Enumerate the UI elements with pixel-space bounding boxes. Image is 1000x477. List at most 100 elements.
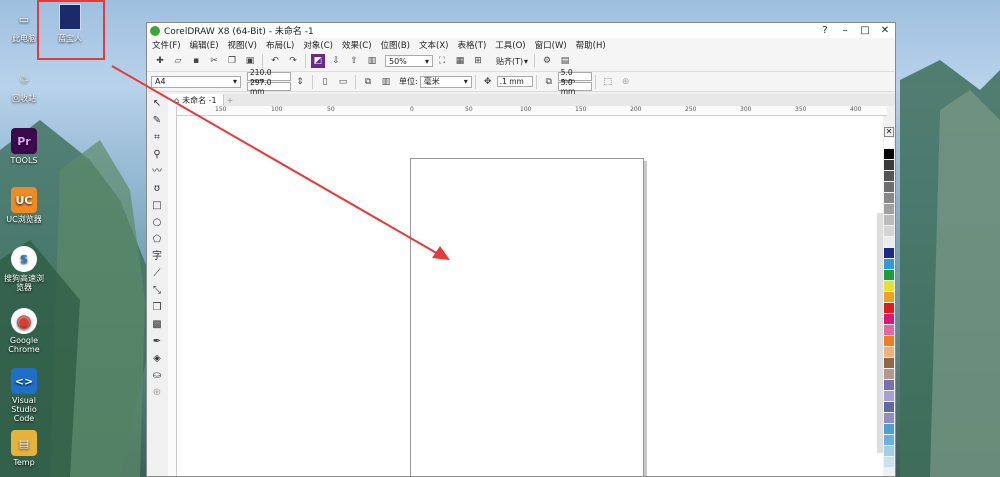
temp-folder-shortcut[interactable]: ▤ Temp: [2, 430, 46, 467]
color-swatch[interactable]: [884, 457, 894, 467]
add-tool-icon[interactable]: ⊕: [149, 385, 165, 400]
recycle-bin-shortcut[interactable]: ♲ 回收站: [2, 66, 46, 104]
minimize-button[interactable]: –: [835, 25, 855, 36]
color-swatch[interactable]: [884, 358, 894, 368]
undo-icon[interactable]: ↶: [268, 54, 282, 68]
color-swatch[interactable]: [884, 281, 894, 291]
maximize-button[interactable]: □: [855, 25, 875, 36]
page-size-select[interactable]: A4 ▾: [151, 75, 241, 88]
parallel-dimension-icon[interactable]: ⟋: [149, 266, 165, 281]
paste-icon[interactable]: ▣: [243, 54, 257, 68]
close-button[interactable]: ✕: [875, 25, 895, 36]
color-swatch[interactable]: [884, 182, 894, 192]
interactive-fill-icon[interactable]: ◈: [149, 351, 165, 366]
snap-to-dropdown[interactable]: 贴齐(T) ▾: [493, 55, 531, 67]
menu-view[interactable]: 视图(V): [228, 39, 257, 51]
horizontal-ruler[interactable]: 150 100 50 0 50 100 150 200 250 300 350 …: [175, 106, 887, 116]
units-select[interactable]: 毫米 ▾: [419, 75, 472, 88]
color-swatch[interactable]: [884, 138, 894, 148]
color-swatch[interactable]: [884, 215, 894, 225]
show-grid-icon[interactable]: ▦: [453, 54, 467, 68]
ellipse-tool-icon[interactable]: ○: [149, 215, 165, 230]
sogou-browser-shortcut[interactable]: S 搜狗高速浏览器: [2, 246, 46, 292]
color-swatch[interactable]: [884, 402, 894, 412]
selected-desktop-shortcut[interactable]: 蓝宝人: [52, 4, 88, 44]
search-content-icon[interactable]: ◩: [311, 54, 325, 68]
menu-bitmaps[interactable]: 位图(B): [381, 39, 410, 51]
save-icon[interactable]: ▪: [189, 54, 203, 68]
cut-icon[interactable]: ✂: [207, 54, 221, 68]
all-pages-icon[interactable]: ⧉: [361, 75, 375, 89]
artistic-media-icon[interactable]: ʊ: [149, 181, 165, 196]
menu-edit[interactable]: 编辑(E): [190, 39, 219, 51]
chrome-shortcut[interactable]: ◉ Google Chrome: [2, 308, 46, 354]
smart-fill-icon[interactable]: ⛀: [149, 368, 165, 383]
color-swatch[interactable]: [884, 413, 894, 423]
menu-effects[interactable]: 效果(C): [342, 39, 372, 51]
color-swatch[interactable]: [884, 193, 894, 203]
landscape-icon[interactable]: ▭: [336, 75, 350, 89]
vertical-ruler[interactable]: [168, 106, 177, 476]
options-gear-icon[interactable]: ⚙: [540, 54, 554, 68]
color-swatch[interactable]: [884, 204, 894, 214]
application-launcher-icon[interactable]: ▤: [558, 54, 572, 68]
menu-object[interactable]: 对象(C): [303, 39, 333, 51]
help-icon[interactable]: ?: [815, 25, 835, 36]
add-icon[interactable]: ⊕: [619, 75, 633, 89]
color-swatch[interactable]: [884, 226, 894, 236]
menu-text[interactable]: 文本(X): [419, 39, 448, 51]
connector-tool-icon[interactable]: ⤡: [149, 283, 165, 298]
publish-pdf-icon[interactable]: ▥: [365, 54, 379, 68]
drawing-canvas[interactable]: [177, 116, 883, 476]
import-icon[interactable]: ⇩: [329, 54, 343, 68]
color-swatch[interactable]: [884, 435, 894, 445]
color-swatch[interactable]: [884, 160, 894, 170]
color-swatch[interactable]: [884, 303, 894, 313]
vertical-scrollbar[interactable]: [877, 213, 883, 453]
color-swatch[interactable]: [884, 259, 894, 269]
color-swatch[interactable]: [884, 292, 894, 302]
transparency-tool-icon[interactable]: ▩: [149, 317, 165, 332]
menu-window[interactable]: 窗口(W): [535, 39, 567, 51]
menu-table[interactable]: 表格(T): [457, 39, 486, 51]
full-screen-icon[interactable]: ⛶: [435, 54, 449, 68]
crop-tool-icon[interactable]: ⌗: [149, 130, 165, 145]
current-page-icon[interactable]: ▥: [379, 75, 393, 89]
add-tab-icon[interactable]: +: [227, 96, 234, 105]
menu-file[interactable]: 文件(F): [152, 39, 181, 51]
color-swatch[interactable]: [884, 336, 894, 346]
uc-browser-shortcut[interactable]: UC UC浏览器: [2, 187, 46, 224]
color-swatch[interactable]: [884, 171, 894, 181]
tab-document[interactable]: ⌂ 未命名 -1: [168, 94, 224, 106]
menu-layout[interactable]: 布局(L): [266, 39, 294, 51]
portrait-icon[interactable]: ▯: [318, 75, 332, 89]
menu-help[interactable]: 帮助(H): [576, 39, 606, 51]
color-swatch[interactable]: [884, 325, 894, 335]
show-rulers-icon[interactable]: ⊞: [471, 54, 485, 68]
rectangle-tool-icon[interactable]: □: [149, 198, 165, 213]
color-swatch[interactable]: [884, 248, 894, 258]
open-icon[interactable]: ▱: [171, 54, 185, 68]
page-height-field[interactable]: 297.0 mm: [247, 78, 291, 96]
color-swatch[interactable]: [884, 369, 894, 379]
shape-tool-icon[interactable]: ✎: [149, 113, 165, 128]
text-tool-icon[interactable]: 字: [149, 249, 165, 264]
color-swatch[interactable]: [884, 314, 894, 324]
eyedropper-icon[interactable]: ✒: [149, 334, 165, 349]
color-swatch[interactable]: [884, 446, 894, 456]
redo-icon[interactable]: ↷: [286, 54, 300, 68]
color-swatch[interactable]: [884, 149, 894, 159]
color-swatch[interactable]: [884, 347, 894, 357]
vscode-shortcut[interactable]: <> Visual Studio Code: [2, 368, 46, 423]
zoom-level-select[interactable]: 50% ▾: [385, 55, 433, 67]
copy-icon[interactable]: ❐: [225, 54, 239, 68]
color-swatch[interactable]: [884, 424, 894, 434]
drop-shadow-icon[interactable]: ❒: [149, 300, 165, 315]
pick-tool-icon[interactable]: ↖: [149, 96, 165, 111]
duplicate-y-field[interactable]: 5.0 mm: [557, 78, 592, 96]
nudge-distance-field[interactable]: .1 mm: [496, 76, 533, 87]
lock-ratio-icon[interactable]: ⇕: [293, 75, 307, 89]
color-swatch[interactable]: [884, 237, 894, 247]
new-document-icon[interactable]: ✚: [153, 54, 167, 68]
a4-page[interactable]: [410, 158, 644, 476]
